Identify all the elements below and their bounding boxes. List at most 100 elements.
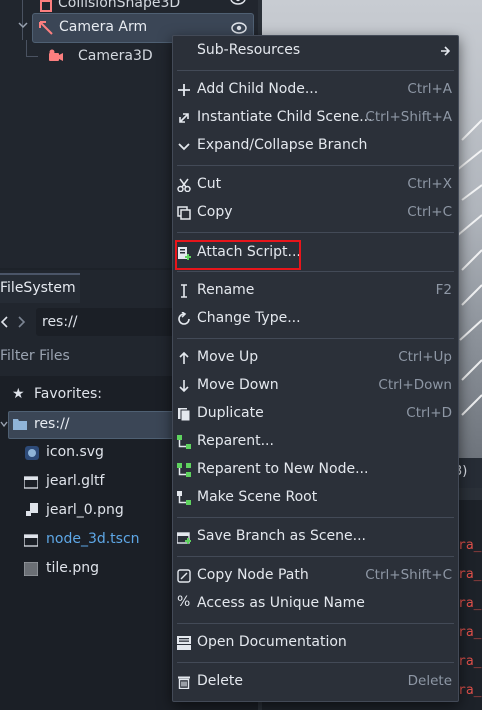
menu-item-label: Add Child Node...: [197, 81, 319, 97]
tree-item-label: Camera3D: [78, 48, 153, 64]
menu-item-add-child-node[interactable]: Add Child Node... Ctrl+A: [173, 77, 458, 103]
scene-root-icon: [177, 491, 191, 505]
menu-item-label: Expand/Collapse Branch: [197, 137, 368, 153]
menu-item-save-branch-as-scene[interactable]: Save Branch as Scene...: [173, 524, 458, 550]
path-value: res://: [42, 314, 78, 330]
file-item[interactable]: node_3d.tscn: [0, 527, 180, 553]
link-icon: [179, 113, 189, 123]
menu-item-move-up[interactable]: Move Up Ctrl+Up: [173, 345, 458, 371]
menu-item-copy-node-path[interactable]: Copy Node Path Ctrl+Shift+C: [173, 563, 458, 589]
menu-item-label: Cut: [197, 176, 222, 192]
chevron-down-icon: [178, 143, 190, 151]
output-line: ra_a: [458, 654, 482, 669]
menu-item-rename[interactable]: Rename F2: [173, 278, 458, 304]
menu-item-access-as-unique-name[interactable]: % Access as Unique Name: [173, 591, 458, 617]
menu-item-shortcut: Ctrl+Shift+A: [365, 109, 452, 125]
copy-icon: [177, 206, 191, 220]
menu-item-instantiate-child-scene[interactable]: Instantiate Child Scene... Ctrl+Shift+A: [173, 105, 458, 131]
forward-arrow-icon[interactable]: [16, 315, 26, 329]
menu-item-label: Access as Unique Name: [197, 595, 365, 611]
menu-item-sub-resources[interactable]: Sub-Resources: [173, 38, 458, 64]
menu-separator: [177, 271, 454, 272]
menu-item-label: Delete: [197, 673, 243, 689]
menu-item-shortcut: Ctrl+A: [407, 81, 452, 97]
file-item[interactable]: icon.svg: [0, 440, 180, 466]
output-line: ra_a: [458, 596, 482, 611]
tab-filesystem[interactable]: FileSystem: [0, 273, 80, 303]
back-arrow-icon[interactable]: [0, 315, 10, 329]
folder-label: res://: [34, 416, 70, 432]
documentation-icon: [177, 636, 191, 650]
texture-icon: [24, 562, 38, 576]
file-item[interactable]: jearl.gltf: [0, 469, 180, 495]
menu-item-label: Rename: [197, 282, 255, 298]
menu-item-cut[interactable]: Cut Ctrl+X: [173, 172, 458, 198]
collapse-arrow-icon[interactable]: [0, 419, 8, 429]
menu-item-label: Open Documentation: [197, 634, 347, 650]
path-field[interactable]: res://: [36, 308, 186, 336]
camera-icon: [49, 49, 63, 61]
tree-item-collisionshape[interactable]: CollisionShape3D: [40, 0, 240, 14]
file-item[interactable]: jearl_0.png: [0, 498, 180, 524]
menu-item-open-documentation[interactable]: Open Documentation: [173, 630, 458, 656]
collision-shape-icon: [40, 0, 52, 12]
favorites-row[interactable]: ★ Favorites:: [0, 382, 180, 408]
submenu-arrow-icon: [441, 46, 450, 56]
reparent-new-icon: [177, 463, 191, 477]
menu-item-label: Copy Node Path: [197, 567, 309, 583]
context-menu: Sub-Resources Add Child Node... Ctrl+A I…: [172, 35, 459, 702]
output-line: ra_a: [458, 683, 482, 698]
menu-item-label: Duplicate: [197, 405, 264, 421]
tree-guide-line: [26, 56, 38, 57]
visibility-eye-icon[interactable]: [231, 21, 247, 35]
menu-item-shortcut: Ctrl+Up: [398, 349, 452, 365]
trash-icon: [178, 676, 190, 689]
menu-item-label: Reparent...: [197, 433, 274, 449]
menu-item-label: Save Branch as Scene...: [197, 528, 367, 544]
tree-guide-line: [26, 40, 27, 56]
visibility-eye-icon[interactable]: [230, 0, 246, 8]
menu-item-move-down[interactable]: Move Down Ctrl+Down: [173, 373, 458, 399]
menu-item-duplicate[interactable]: Duplicate Ctrl+D: [173, 401, 458, 427]
menu-item-shortcut: Ctrl+Shift+C: [365, 567, 452, 583]
menu-item-shortcut: Delete: [407, 673, 452, 689]
scene-file-icon: [24, 476, 38, 489]
menu-item-label: Change Type...: [197, 310, 301, 326]
menu-item-shortcut: Ctrl+X: [407, 176, 452, 192]
file-name: node_3d.tscn: [46, 531, 140, 547]
godot-icon: [25, 446, 39, 460]
scissors-icon: [177, 178, 191, 192]
menu-item-shortcut: Ctrl+Down: [378, 377, 452, 393]
file-item[interactable]: tile.png: [0, 556, 180, 582]
menu-item-reparent[interactable]: Reparent...: [173, 429, 458, 455]
rotate-icon: [178, 312, 190, 325]
menu-item-label: Make Scene Root: [197, 489, 318, 505]
tree-item-label: Camera Arm: [59, 19, 148, 35]
text-cursor-icon: [181, 284, 187, 298]
filter-placeholder: Filter Files: [0, 348, 70, 364]
filter-files-input[interactable]: Filter Files: [0, 344, 180, 370]
image-file-icon: [26, 503, 38, 516]
collapse-arrow-icon[interactable]: [18, 20, 28, 30]
reparent-icon: [177, 435, 191, 449]
menu-item-expand-collapse-branch[interactable]: Expand/Collapse Branch: [173, 133, 458, 159]
folder-res-root[interactable]: res://: [8, 411, 190, 439]
scene-file-icon: [24, 534, 38, 547]
menu-item-label: Move Up: [197, 349, 259, 365]
node-path-icon: [177, 569, 191, 583]
percent-icon: %: [177, 594, 191, 610]
menu-item-delete[interactable]: Delete Delete: [173, 669, 458, 695]
menu-item-reparent-to-new-node[interactable]: Reparent to New Node...: [173, 457, 458, 483]
file-name: jearl.gltf: [46, 473, 105, 489]
menu-item-make-scene-root[interactable]: Make Scene Root: [173, 485, 458, 511]
menu-item-label: Copy: [197, 204, 233, 220]
menu-item-copy[interactable]: Copy Ctrl+C: [173, 200, 458, 226]
menu-item-label: Reparent to New Node...: [197, 461, 369, 477]
menu-item-shortcut: Ctrl+D: [406, 405, 452, 421]
menu-separator: [177, 165, 454, 166]
menu-item-label: Move Down: [197, 377, 279, 393]
menu-separator: [177, 232, 454, 233]
menu-item-change-type[interactable]: Change Type...: [173, 306, 458, 332]
menu-item-label: Sub-Resources: [197, 42, 301, 58]
attach-script-highlight-box: [175, 240, 301, 270]
